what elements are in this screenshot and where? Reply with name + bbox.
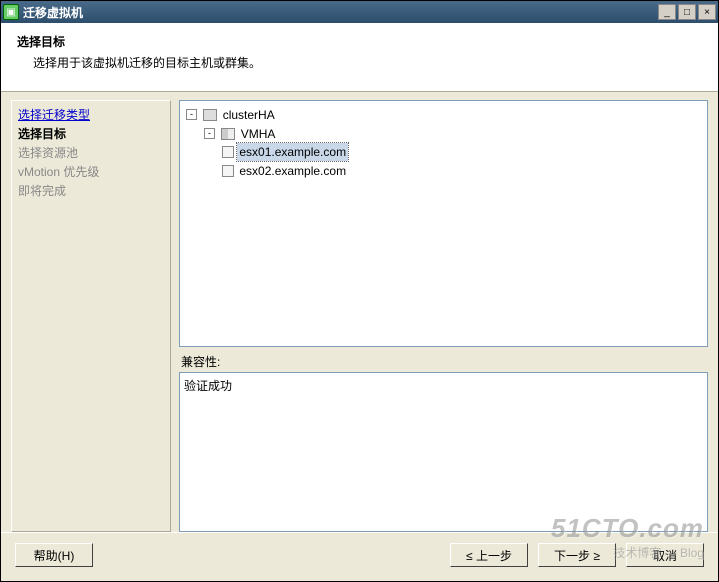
wizard-footer: 帮助(H) ≤ 上一步 下一步 ≥ 取消 <box>1 532 718 581</box>
back-button[interactable]: ≤ 上一步 <box>450 543 528 567</box>
step-resource-pool: 选择资源池 <box>18 146 78 160</box>
maximize-button[interactable]: □ <box>678 4 696 20</box>
tree-label-host-2[interactable]: esx02.example.com <box>237 162 348 180</box>
window-title: 迁移虚拟机 <box>23 4 658 21</box>
tree-node-host[interactable]: esx01.example.com <box>222 143 703 162</box>
wizard-body: 选择迁移类型 选择目标 选择资源池 vMotion 优先级 即将完成 - clu… <box>1 92 718 532</box>
collapse-icon[interactable]: - <box>186 109 197 120</box>
next-button[interactable]: 下一步 ≥ <box>538 543 616 567</box>
step-select-target: 选择目标 <box>18 127 66 141</box>
tree-node-cluster[interactable]: - VMHA esx01.example.com <box>204 124 703 180</box>
tree-label-cluster[interactable]: VMHA <box>239 125 278 143</box>
minimize-button[interactable]: _ <box>658 4 676 20</box>
host-icon <box>222 165 234 177</box>
tree-label-datacenter[interactable]: clusterHA <box>221 106 277 124</box>
compatibility-message: 验证成功 <box>184 379 232 393</box>
step-migration-type[interactable]: 选择迁移类型 <box>18 108 90 122</box>
tree-node-datacenter[interactable]: - clusterHA - VMHA es <box>186 105 703 180</box>
tree-node-host[interactable]: esx02.example.com <box>222 161 703 180</box>
host-icon <box>222 146 234 158</box>
wizard-step-desc: 选择用于该虚拟机迁移的目标主机或群集。 <box>33 54 702 71</box>
close-button[interactable]: × <box>698 4 716 20</box>
wizard-step-title: 选择目标 <box>17 33 702 50</box>
step-vmotion-priority: vMotion 优先级 <box>18 165 99 179</box>
wizard-main: - clusterHA - VMHA es <box>171 100 708 532</box>
datacenter-icon <box>203 109 217 121</box>
tree-label-host-1[interactable]: esx01.example.com <box>237 143 348 161</box>
step-ready-complete: 即将完成 <box>18 184 66 198</box>
migration-wizard-window: ▣ 迁移虚拟机 _ □ × 选择目标 选择用于该虚拟机迁移的目标主机或群集。 选… <box>0 0 719 582</box>
wizard-steps-sidebar: 选择迁移类型 选择目标 选择资源池 vMotion 优先级 即将完成 <box>11 100 171 532</box>
cluster-icon <box>221 128 235 140</box>
help-button[interactable]: 帮助(H) <box>15 543 93 567</box>
target-tree[interactable]: - clusterHA - VMHA es <box>179 100 708 347</box>
app-icon: ▣ <box>3 4 19 20</box>
wizard-header: 选择目标 选择用于该虚拟机迁移的目标主机或群集。 <box>1 23 718 92</box>
window-controls: _ □ × <box>658 4 716 20</box>
cancel-button[interactable]: 取消 <box>626 543 704 567</box>
compatibility-pane: 验证成功 <box>179 372 708 532</box>
collapse-icon[interactable]: - <box>204 128 215 139</box>
compatibility-label: 兼容性: <box>179 347 708 372</box>
titlebar: ▣ 迁移虚拟机 _ □ × <box>1 1 718 23</box>
